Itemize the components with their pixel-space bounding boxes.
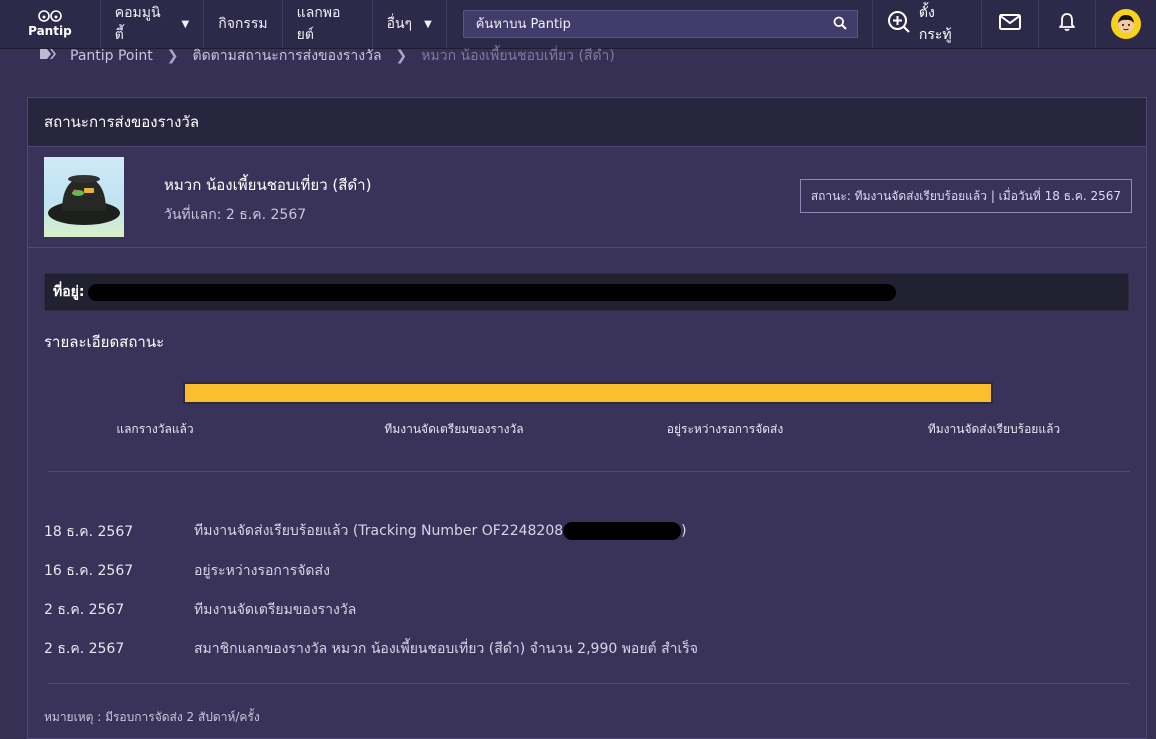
nav-item-redeem-points[interactable]: แลกพอยต์ [283,0,373,48]
divider [48,683,1130,684]
logo-text: Pantip [28,24,72,38]
chevron-right-icon: ❯ [166,48,179,64]
bell-icon [1058,12,1076,36]
bucket-hat-icon [48,175,120,225]
product-summary: หมวก น้องเพี้ยนชอบเที่ยว (สีดำ) วันที่แล… [28,147,1146,248]
profile-button[interactable] [1096,0,1156,48]
nav-item-activities[interactable]: กิจกรรม [204,0,283,48]
status-detail-title: รายละเอียดสถานะ [44,333,165,351]
divider [48,471,1130,472]
history-date: 2 ธ.ค. 2567 [44,641,125,657]
history-text: ทีมงานจัดเตรียมของรางวัล [194,602,357,618]
nav-item-community[interactable]: คอมมูนิตี้ ▼ [101,0,205,48]
logo-glyph-icon [37,10,63,24]
redeem-date: วันที่แลก: 2 ธ.ค. 2567 [164,207,307,223]
breadcrumb-pantip-point[interactable]: Pantip Point [70,48,153,64]
product-image[interactable] [44,157,124,237]
search-input[interactable] [473,15,833,33]
breadcrumb-current-item: หมวก น้องเพี้ยนชอบเที่ยว (สีดำ) [421,48,615,64]
status-badge: สถานะ: ทีมงานจัดส่งเรียบร้อยแล้ว | เมื่อ… [799,179,1132,213]
history-date: 16 ธ.ค. 2567 [44,563,134,579]
create-topic-button[interactable]: ตั้งกระทู้ [873,0,983,48]
history-text: สมาชิกแลกของรางวัล หมวก น้องเพี้ยนชอบเที… [194,641,698,657]
progress-bar [183,382,993,404]
redacted-tracking-number [563,522,682,540]
create-topic-label: ตั้งกระทู้ [918,5,952,43]
search-area [447,0,873,48]
nav-item-label: แลกพอยต์ [296,5,341,43]
history-text-main: ทีมงานจัดส่งเรียบร้อยแล้ว (Tracking Numb… [194,523,564,539]
shipping-note: หมายเหตุ : มีรอบการจัดส่ง 2 สัปดาห์/ครั้… [44,710,260,724]
search-icon[interactable] [833,15,847,34]
step-preparing: ทีมงานจัดเตรียมของรางวัล [384,422,524,436]
nav-item-label: กิจกรรม [218,16,268,32]
mail-icon [999,14,1022,34]
step-awaiting-shipment: อยู่ระหว่างรอการจัดส่ง [666,422,784,436]
point-tag-icon [40,48,56,64]
chevron-down-icon: ▼ [424,18,432,30]
address-label: ที่อยู่: [53,284,85,300]
nav-item-more[interactable]: อื่นๆ ▼ [373,0,447,48]
chevron-down-icon: ▼ [181,18,190,30]
step-redeemed: แลกรางวัลแล้ว [116,422,194,436]
messages-button[interactable] [982,0,1040,48]
top-navbar: Pantip คอมมูนิตี้ ▼ กิจกรรม แลกพอยต์ อื่… [0,0,1156,49]
redacted-address [88,283,897,301]
search-box [462,10,858,38]
breadcrumb-track-status[interactable]: ติดตามสถานะการส่งของรางวัล [192,45,381,67]
history-text: ทีมงานจัดส่งเรียบร้อยแล้ว (Tracking Numb… [194,520,687,542]
card-title: สถานะการส่งของรางวัล [28,98,1146,147]
history-date: 18 ธ.ค. 2567 [44,524,134,540]
chevron-right-icon: ❯ [395,48,408,64]
breadcrumb: Pantip Point ❯ ติดตามสถานะการส่งของรางวั… [40,46,615,66]
pantip-logo[interactable]: Pantip [0,0,101,48]
address-row: ที่อยู่: [44,273,1129,311]
history-date: 2 ธ.ค. 2567 [44,602,125,618]
notifications-button[interactable] [1039,0,1097,48]
progress-fill [185,384,991,402]
avatar [1111,9,1142,39]
nav-item-label: อื่นๆ [386,16,413,32]
history-text: อยู่ระหว่างรอการจัดส่ง [194,563,330,579]
plus-search-icon [887,10,911,38]
shipping-status-card: สถานะการส่งของรางวัล หมวก น้องเพี้ยนชอบเ… [27,97,1147,739]
history-text-end: ) [681,523,687,539]
step-shipped: ทีมงานจัดส่งเรียบร้อยแล้ว [927,422,1061,436]
product-name: หมวก น้องเพี้ยนชอบเที่ยว (สีดำ) [164,176,372,194]
nav-item-label: คอมมูนิตี้ [114,5,161,43]
